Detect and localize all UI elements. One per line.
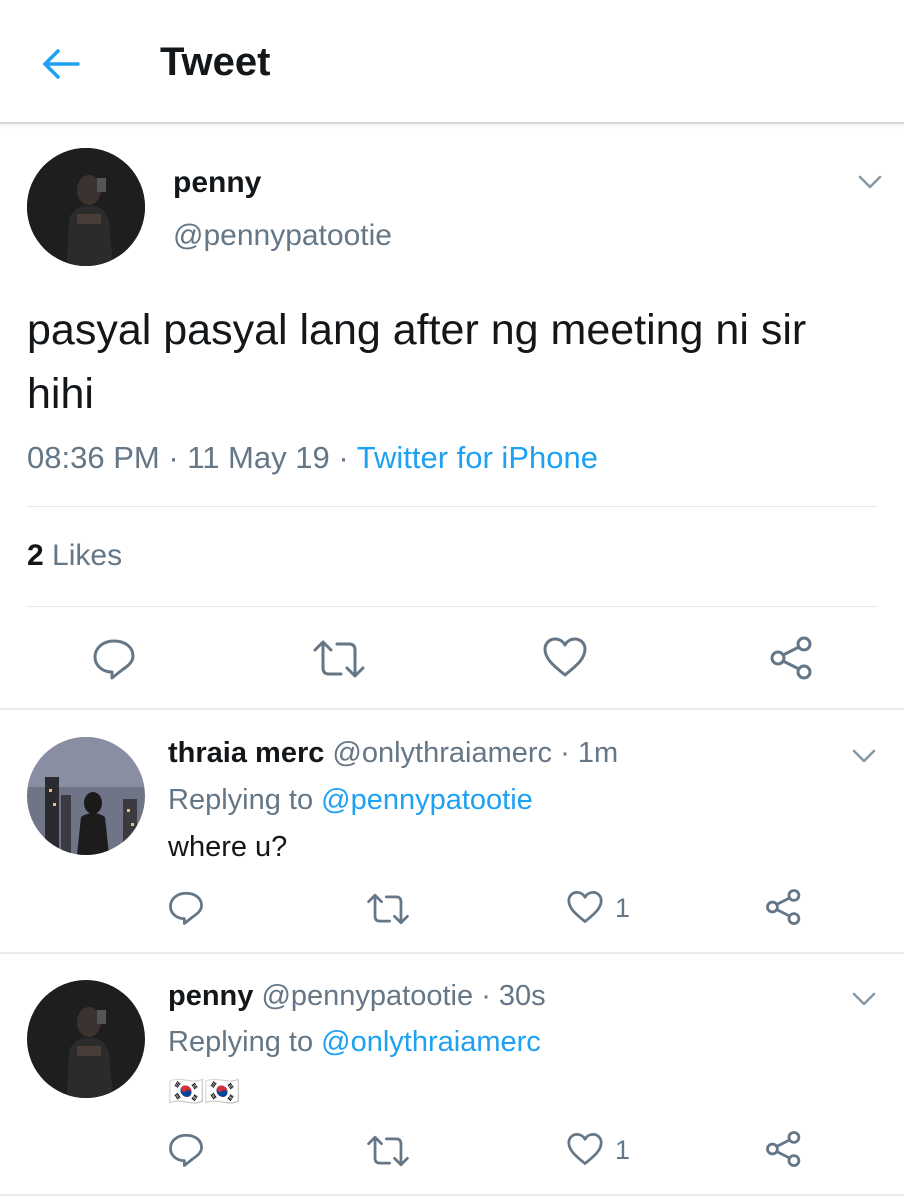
author-handle[interactable]: @pennypatootie [173, 219, 392, 253]
tweet-text: pasyal pasyal lang after ng meeting ni s… [27, 306, 807, 418]
section-separator [0, 708, 904, 710]
share-icon[interactable] [765, 1130, 803, 1168]
meta-dot: · [168, 440, 188, 475]
like-icon[interactable] [542, 636, 588, 678]
chevron-down-icon[interactable] [851, 991, 877, 1007]
section-separator [0, 952, 904, 954]
avatar[interactable] [27, 980, 145, 1098]
reply-author-handle[interactable]: @pennypatootie [261, 980, 473, 1012]
reply-icon[interactable] [168, 890, 204, 926]
retweet-icon[interactable] [313, 638, 365, 680]
tweet-source-link[interactable]: Twitter for iPhone [357, 440, 598, 475]
likes-count: 2 [27, 539, 44, 572]
reply-icon[interactable] [168, 1132, 204, 1168]
mention-link[interactable]: @pennypatootie [321, 784, 533, 816]
chevron-down-icon[interactable] [851, 748, 877, 764]
avatar[interactable] [27, 148, 145, 266]
share-icon[interactable] [765, 888, 803, 926]
section-separator [0, 1194, 904, 1196]
top-bar: Tweet [0, 0, 904, 124]
tweet-time: 08:36 PM [27, 440, 160, 475]
avatar[interactable] [27, 737, 145, 855]
reply-age: 30s [498, 980, 546, 1012]
page-title: Tweet [160, 40, 271, 84]
tweet-meta: 08:36 PM · 11 May 19 · Twitter for iPhon… [27, 440, 598, 476]
reply-author-name[interactable]: penny [168, 980, 253, 1012]
reply-text: where u? [168, 831, 288, 863]
replying-to: Replying to @onlythraiamerc [168, 1026, 541, 1059]
reply-author-handle[interactable]: @onlythraiamerc [332, 737, 552, 769]
meta-dot: · [481, 980, 499, 1012]
tweet-date: 11 May 19 [187, 440, 330, 475]
reply-header: thraia merc @onlythraiamerc · 1m [168, 737, 618, 770]
likes-stat[interactable]: 2 Likes [27, 539, 122, 573]
mention-link[interactable]: @onlythraiamerc [321, 1026, 541, 1058]
reply-age: 1m [577, 737, 619, 769]
back-arrow-icon[interactable] [38, 42, 82, 86]
meta-dot: · [560, 737, 578, 769]
replying-label: Replying to [168, 784, 314, 816]
like-count: 1 [615, 893, 631, 923]
share-icon[interactable] [769, 635, 815, 681]
chevron-down-icon[interactable] [857, 174, 883, 190]
retweet-icon[interactable] [366, 1134, 410, 1168]
reply-icon[interactable] [92, 637, 136, 681]
reply-header: penny @pennypatootie · 30s [168, 980, 546, 1013]
like-count: 1 [615, 1135, 631, 1165]
author-name[interactable]: penny [173, 166, 261, 200]
likes-label: Likes [52, 539, 123, 572]
divider [27, 606, 877, 607]
reply-author-name[interactable]: thraia merc [168, 737, 324, 769]
like-icon[interactable] [566, 890, 604, 924]
retweet-icon[interactable] [366, 892, 410, 926]
like-icon[interactable] [566, 1132, 604, 1166]
reply-text: 🇰🇷🇰🇷 [168, 1076, 241, 1108]
replying-label: Replying to [168, 1026, 314, 1058]
replying-to: Replying to @pennypatootie [168, 784, 533, 817]
divider [27, 506, 877, 507]
meta-dot: · [338, 440, 357, 475]
